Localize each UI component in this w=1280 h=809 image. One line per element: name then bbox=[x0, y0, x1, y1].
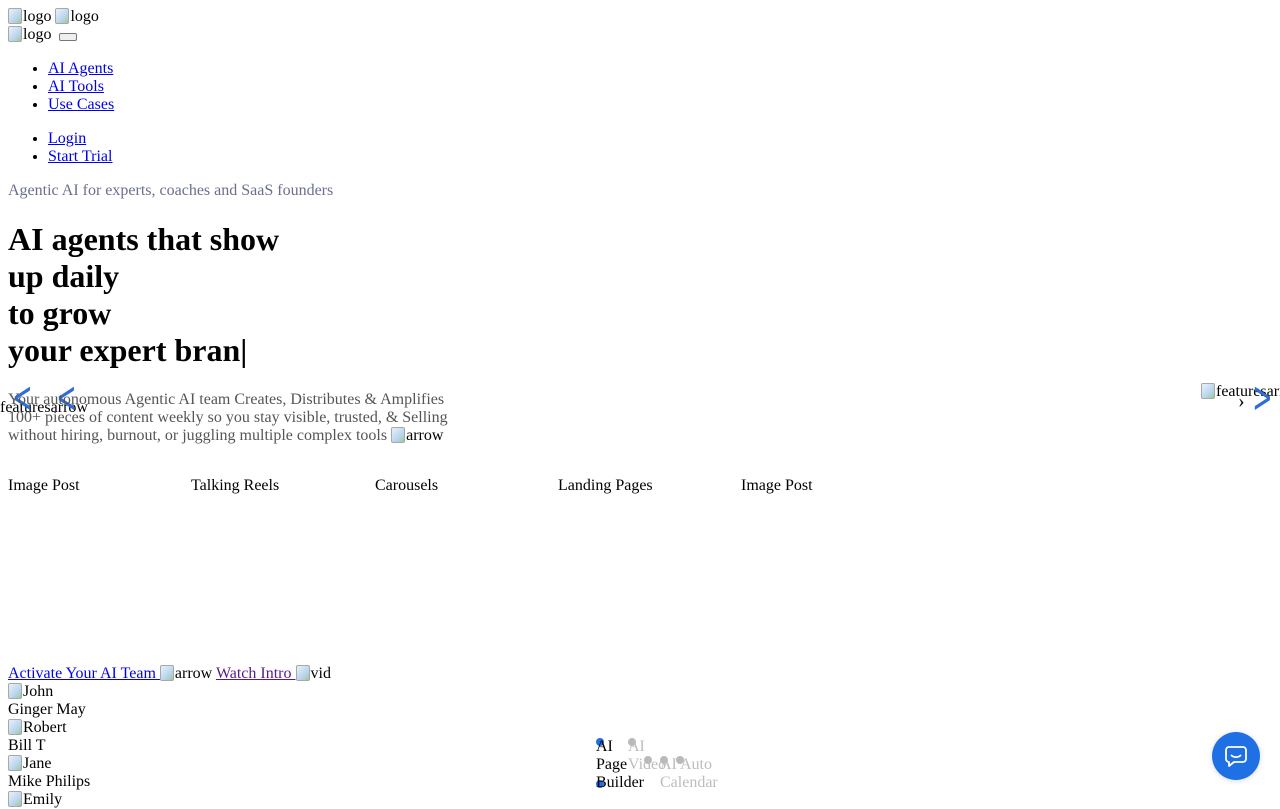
hero-subtext-text: Your autonomous Agentic AI team Creates,… bbox=[8, 391, 448, 444]
tab-landing-pages[interactable]: Landing Pages bbox=[558, 477, 653, 495]
testimonial-item: Emily bbox=[8, 791, 90, 809]
tab-image-post[interactable]: Image Post bbox=[741, 477, 813, 495]
nav-link-ai-agents[interactable]: AI Agents bbox=[48, 60, 113, 77]
testimonial-name: Bill T bbox=[8, 737, 46, 754]
chat-launcher-button[interactable] bbox=[1212, 732, 1260, 780]
arrow-image: arrow bbox=[391, 427, 443, 445]
cta-row: Activate Your AI Team arrow Watch Intro … bbox=[8, 665, 331, 683]
arrow-image: arrow bbox=[160, 665, 212, 683]
start-trial-link[interactable]: Start Trial bbox=[48, 148, 112, 165]
slider-label-line: Builder bbox=[596, 774, 644, 791]
logo-image: logo bbox=[8, 8, 51, 26]
chat-bubble-icon bbox=[1225, 746, 1247, 767]
tab-carousels[interactable]: Carousels bbox=[375, 477, 438, 495]
slider-label-ghost[interactable]: AI bbox=[628, 738, 645, 756]
slider-label-ghost[interactable]: AI Auto bbox=[660, 756, 712, 774]
menu-toggle-button[interactable] bbox=[59, 33, 78, 41]
header-logos: logo logo bbox=[8, 8, 99, 26]
video-image: vid bbox=[296, 665, 331, 683]
nav-item: Start Trial bbox=[48, 148, 112, 166]
avatar: Jane bbox=[8, 755, 51, 773]
tab-talking-reels[interactable]: Talking Reels bbox=[191, 477, 279, 495]
chevron-right-icon[interactable]: > bbox=[1252, 376, 1272, 420]
hero-headline: AI agents that show up daily to grow you… bbox=[8, 221, 279, 369]
testimonial-list: John Ginger May Robert Bill T Jane Mike … bbox=[8, 683, 90, 809]
main-nav: AI Agents AI Tools Use Cases bbox=[0, 60, 114, 114]
nav-item: Login bbox=[48, 130, 112, 148]
testimonial-name: Ginger May bbox=[8, 701, 86, 718]
testimonial-item: Robert Bill T bbox=[8, 719, 90, 755]
slider-label-ghost[interactable]: Calendar bbox=[660, 774, 718, 792]
login-link[interactable]: Login bbox=[48, 130, 86, 147]
watch-intro-button[interactable]: Watch Intro vid bbox=[216, 665, 331, 682]
activate-ai-team-button[interactable]: Activate Your AI Team arrow bbox=[8, 665, 212, 682]
nav-item: AI Agents bbox=[48, 60, 114, 78]
feature-slider: AI Page Builder AI Video AI Auto Calenda… bbox=[596, 738, 736, 798]
header-home: logo bbox=[8, 26, 78, 44]
tab-image-post[interactable]: Image Post bbox=[8, 477, 80, 495]
hero-subtext: Your autonomous Agentic AI team Creates,… bbox=[8, 391, 468, 445]
headline-line: up daily bbox=[8, 258, 120, 294]
testimonial-item: Jane Mike Philips bbox=[8, 755, 90, 791]
testimonial-name: Mike Philips bbox=[8, 773, 91, 790]
nav-link-ai-tools[interactable]: AI Tools bbox=[48, 78, 104, 95]
avatar: Emily bbox=[8, 791, 62, 809]
headline-line: to grow bbox=[8, 295, 112, 331]
nav-link-use-cases[interactable]: Use Cases bbox=[48, 96, 114, 113]
headline-line: your expert bran| bbox=[8, 332, 248, 368]
auth-nav: Login Start Trial bbox=[0, 130, 112, 166]
logo-image: logo bbox=[55, 8, 98, 26]
avatar: John bbox=[8, 683, 53, 701]
testimonial-item: John Ginger May bbox=[8, 683, 90, 719]
chevron-right-icon[interactable]: › bbox=[1238, 390, 1245, 413]
home-logo-link[interactable]: logo bbox=[8, 26, 51, 43]
nav-item: Use Cases bbox=[48, 96, 114, 114]
nav-item: AI Tools bbox=[48, 78, 114, 96]
logo-image: logo bbox=[8, 26, 51, 44]
avatar: Robert bbox=[8, 719, 67, 737]
headline-line: AI agents that show bbox=[8, 221, 280, 257]
hero-eyebrow: Agentic AI for experts, coaches and SaaS… bbox=[8, 182, 334, 199]
activate-ai-team-label: Activate Your AI Team bbox=[8, 665, 156, 682]
watch-intro-label: Watch Intro bbox=[215, 665, 292, 682]
